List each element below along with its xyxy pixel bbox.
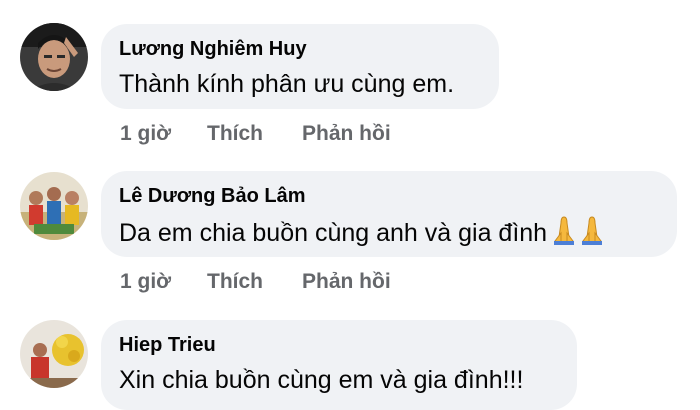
- comment-time[interactable]: 1 giờ: [120, 122, 171, 146]
- avatar[interactable]: [20, 172, 88, 240]
- comment-time[interactable]: 1 giờ: [120, 270, 171, 294]
- comment-author[interactable]: Lê Dương Bảo Lâm: [119, 184, 659, 208]
- comment-author[interactable]: Lương Nghiêm Huy: [119, 37, 481, 61]
- comment-text: Thành kính phân ưu cùng em.: [119, 70, 455, 98]
- avatar[interactable]: [20, 23, 88, 91]
- comment-author[interactable]: Hiep Trieu: [119, 333, 559, 357]
- comment-bubble: Lê Dương Bảo Lâm Da em chia buồn cùng an…: [101, 171, 677, 257]
- like-button[interactable]: Thích: [207, 122, 263, 146]
- comment-bubble: Hiep Trieu Xin chia buồn cùng em và gia …: [101, 320, 577, 410]
- comment-bubble: Lương Nghiêm Huy Thành kính phân ưu cùng…: [101, 24, 499, 109]
- reply-button[interactable]: Phản hồi: [302, 122, 391, 146]
- avatar[interactable]: [20, 320, 88, 388]
- profile-photo-icon: [20, 23, 88, 91]
- comment-text: Xin chia buồn cùng em và gia đình!!!: [119, 366, 524, 394]
- folded-hands-icon: [551, 215, 607, 253]
- profile-photo-icon: [20, 172, 88, 240]
- profile-photo-icon: [20, 320, 88, 388]
- comment-text: Da em chia buồn cùng anh và gia đình: [119, 215, 659, 253]
- like-button[interactable]: Thích: [207, 270, 263, 294]
- reply-button[interactable]: Phản hồi: [302, 270, 391, 294]
